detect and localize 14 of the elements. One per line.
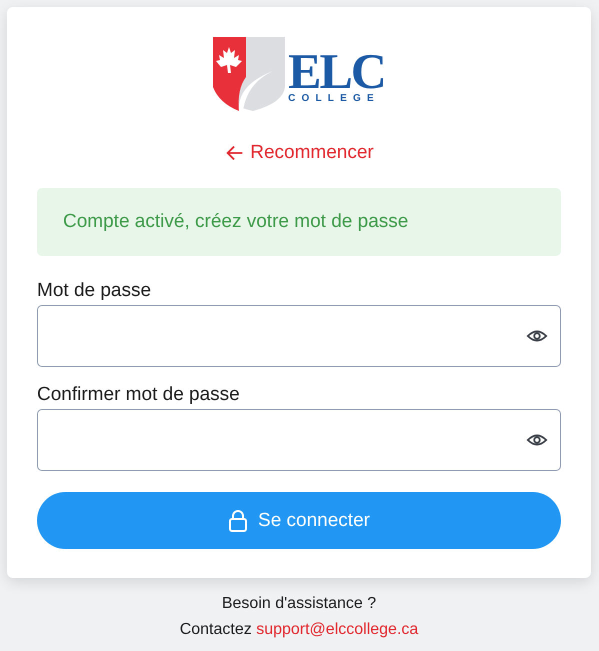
field-label: Confirmer mot de passe [37, 384, 241, 406]
success-alert: Compte activé, créez votre mot de passe [37, 188, 561, 256]
password-field[interactable] [37, 305, 561, 367]
field-label: Mot de passe [37, 280, 152, 302]
restart-link[interactable]: Recommencer [224, 142, 374, 164]
login-button[interactable]: Se connecter [37, 492, 561, 549]
logo-subtext: COLLEGE [288, 93, 381, 105]
contact-text: Contactez support@elccollege.ca [178, 620, 420, 640]
help-text: Besoin d'assistance ? [220, 594, 378, 614]
shield-icon [213, 37, 286, 111]
lock-icon [228, 510, 248, 532]
email-link[interactable]: support@elccollege.ca [256, 621, 418, 638]
logo-text: ELC [288, 49, 385, 93]
password-field[interactable] [37, 409, 561, 471]
